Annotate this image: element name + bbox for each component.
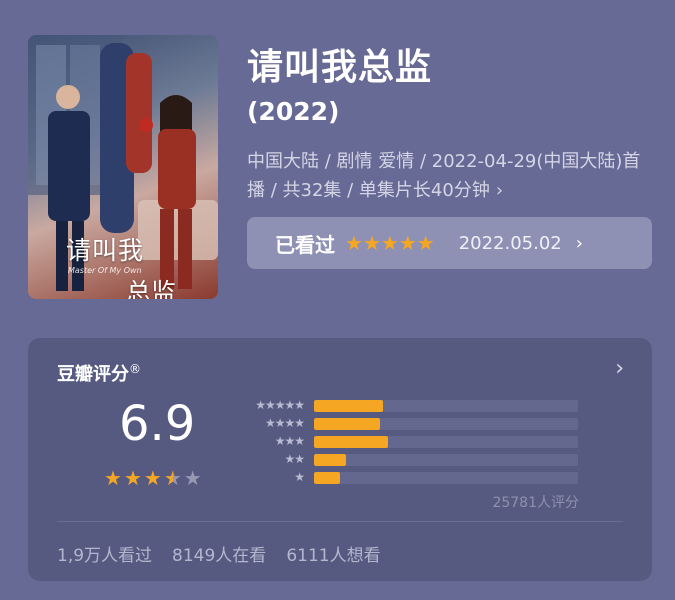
chevron-right-icon: › — [495, 180, 504, 201]
divider — [57, 521, 623, 522]
douban-rating-card[interactable]: 豆瓣评分® › 6.9 ★ ★ ★ ★ ★ ★★★★★ ★★★★ ★★★ ★★ … — [28, 338, 652, 581]
distribution-row-2: ★★ — [236, 452, 578, 466]
rating-title-text: 豆瓣评分 — [57, 364, 129, 385]
distribution-row-5: ★★★★★ — [236, 398, 578, 412]
distribution-track — [314, 400, 578, 412]
movie-detail-page: 请叫我 Master Of My Own 总监 请叫我总监 (2022) 中国大… — [0, 0, 675, 600]
star-icon: ★ — [380, 231, 399, 255]
distribution-track — [314, 454, 578, 466]
movie-meta-link[interactable]: 中国大陆 / 剧情 爱情 / 2022-04-29(中国大陆)首播 / 共32集… — [247, 147, 647, 205]
distribution-bar — [314, 454, 346, 466]
rating-score: 6.9 — [119, 396, 196, 452]
distribution-stars-label: ★★ — [284, 452, 304, 466]
watched-date: 2022.05.02 — [458, 232, 562, 254]
star-icon: ★ — [362, 231, 381, 255]
star-icon: ★ — [123, 466, 142, 490]
half-star-icon: ★ — [163, 466, 182, 490]
want-count[interactable]: 6111人想看 — [286, 541, 380, 566]
movie-year: (2022) — [247, 97, 340, 126]
my-rating-button[interactable]: 已看过 ★ ★ ★ ★ ★ 2022.05.02 › — [247, 217, 652, 269]
movie-title: 请叫我总监 — [247, 47, 433, 88]
distribution-stars-label: ★ — [294, 470, 305, 484]
watched-count[interactable]: 1,9万人看过 — [57, 541, 152, 566]
distribution-bar — [314, 472, 341, 484]
poster-image[interactable]: 请叫我 Master Of My Own 总监 — [28, 35, 218, 299]
movie-meta-text: 中国大陆 / 剧情 爱情 / 2022-04-29(中国大陆)首播 / 共32集… — [247, 151, 641, 201]
distribution-bar — [314, 400, 383, 412]
distribution-row-3: ★★★ — [236, 434, 578, 448]
distribution-stars-label: ★★★ — [274, 434, 305, 448]
star-icon: ★ — [104, 466, 122, 490]
star-icon: ★ — [345, 231, 363, 255]
distribution-row-4: ★★★★ — [236, 416, 578, 430]
distribution-bar — [314, 436, 388, 448]
star-icon: ★ — [398, 231, 417, 255]
audience-stats: 1,9万人看过 8149人在看 6111人想看 — [57, 541, 401, 566]
empty-star-icon: ★ — [183, 466, 202, 490]
distribution-track — [314, 436, 578, 448]
chevron-right-icon: › — [575, 232, 583, 254]
my-rating-stars: ★ ★ ★ ★ ★ — [345, 233, 435, 253]
poster-title-line2: 总监 — [126, 278, 177, 299]
star-icon: ★ — [143, 466, 162, 490]
rating-stars: ★ ★ ★ ★ ★ — [104, 468, 204, 488]
distribution-row-1: ★ — [236, 470, 578, 484]
distribution-bar — [314, 418, 380, 430]
distribution-track — [314, 472, 578, 484]
watching-count[interactable]: 8149人在看 — [172, 541, 266, 566]
registered-mark: ® — [129, 362, 141, 376]
star-icon: ★ — [416, 231, 435, 255]
distribution-stars-label: ★★★★ — [264, 416, 305, 430]
watched-label: 已看过 — [275, 232, 335, 257]
rating-card-title: 豆瓣评分® — [57, 360, 141, 386]
rating-count: 25781人评分 — [492, 495, 579, 511]
poster-title: 请叫我 — [66, 236, 145, 265]
distribution-stars-label: ★★★★★ — [255, 398, 305, 412]
distribution-track — [314, 418, 578, 430]
chevron-right-icon[interactable]: › — [615, 356, 624, 381]
